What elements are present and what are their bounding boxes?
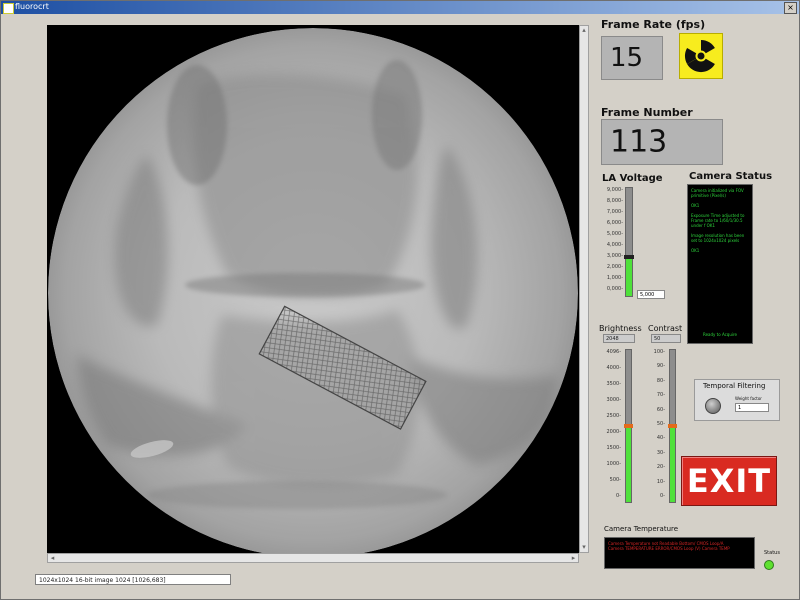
window-title: fluorocrt: [15, 2, 49, 11]
horizontal-scrollbar[interactable]: ◂ ▸: [47, 553, 579, 563]
image-info-statusbar: 1024x1024 16-bit image 1024 [1026,683]: [35, 574, 231, 585]
frame-number-value: 113: [610, 124, 668, 160]
app-icon: [3, 3, 14, 14]
brightness-tick: 2000-: [606, 429, 621, 435]
camera-status-footer: Ready to Acquire: [702, 332, 738, 337]
brightness-tick: 0-: [616, 493, 621, 499]
weight-factor-label: Weight factor: [735, 396, 762, 401]
la-voltage-slider[interactable]: [624, 187, 634, 297]
la-voltage-fill: [626, 257, 632, 296]
fluoroscopy-image: [47, 25, 579, 553]
brightness-tick: 1000-: [606, 461, 621, 467]
la-voltage-tick: 2,000-: [606, 264, 623, 270]
la-voltage-label: LA Voltage: [602, 173, 663, 184]
la-voltage-tick: 9,000-: [606, 187, 623, 193]
temporal-filtering-label: Temporal Filtering: [703, 382, 766, 390]
radiation-symbol-icon: [684, 39, 715, 73]
la-voltage-tick: 7,000-: [606, 209, 623, 215]
contrast-thumb[interactable]: [668, 424, 677, 428]
scroll-left-icon[interactable]: ◂: [48, 554, 57, 562]
brightness-label: Brightness: [599, 324, 642, 333]
contrast-tick: 70-: [656, 392, 665, 399]
contrast-tick: 10-: [656, 478, 665, 485]
contrast-tick: 80-: [656, 377, 665, 384]
contrast-tick: 0-: [660, 493, 665, 499]
temporal-filtering-panel: Temporal Filtering Weight factor 1: [694, 379, 780, 421]
la-voltage-thumb[interactable]: [624, 255, 634, 259]
frame-number-display: 113: [601, 119, 723, 165]
camera-status-line: Exposure Time adjusted to Frame rate to …: [691, 213, 745, 228]
la-voltage-tick: 6,000-: [606, 220, 623, 226]
close-window-button[interactable]: ×: [784, 2, 797, 14]
brightness-tick: 500-: [609, 477, 621, 483]
camera-temperature-line: Camera TEMPERATURE ERROR/CMOS Loop (V) C…: [608, 546, 730, 551]
brightness-slider[interactable]: [624, 349, 633, 503]
contrast-tick: 20-: [656, 464, 665, 471]
brightness-tick: 4000-: [606, 365, 621, 371]
exit-button[interactable]: EXIT: [681, 456, 777, 506]
brightness-fill: [626, 426, 631, 502]
la-voltage-tick: 5,000-: [606, 231, 623, 237]
brightness-tick: 3500-: [606, 381, 621, 387]
contrast-tick: 50-: [656, 421, 665, 427]
brightness-thumb[interactable]: [624, 424, 633, 428]
contrast-scale: 100- 90- 80- 70- 60- 50- 40- 30- 20- 10-…: [647, 349, 665, 499]
brightness-scale: 4096- 4000- 3500- 3000- 2500- 2000- 1500…: [599, 349, 621, 499]
la-voltage-tick: 8,000-: [606, 198, 623, 204]
scroll-down-icon[interactable]: ▾: [580, 543, 588, 552]
brightness-tick: 2500-: [606, 413, 621, 419]
la-voltage-value-field[interactable]: 5,000: [637, 290, 665, 299]
frame-rate-display: 15: [601, 36, 663, 80]
title-bar[interactable]: fluorocrt ×: [1, 1, 799, 14]
contrast-value-field[interactable]: 50: [651, 334, 681, 343]
status-led-icon: [764, 560, 774, 570]
la-voltage-scale: 9,000- 8,000- 7,000- 6,000- 5,000- 4,000…: [601, 187, 623, 297]
brightness-tick: 4096-: [606, 349, 621, 355]
camera-temperature-log: Camera Temperature not Readable Bottom/ …: [604, 537, 755, 569]
scroll-up-icon[interactable]: ▴: [580, 26, 588, 35]
contrast-tick: 30-: [656, 449, 665, 456]
fluoroscopy-image-viewer[interactable]: [47, 25, 579, 553]
contrast-tick: 100-: [653, 349, 665, 355]
contrast-fill: [670, 426, 675, 502]
contrast-tick: 40-: [656, 435, 665, 442]
contrast-tick: 60-: [656, 406, 665, 413]
radiation-icon: [679, 33, 723, 79]
la-voltage-tick: 3,000-: [606, 253, 623, 259]
status-label: Status: [764, 550, 780, 556]
la-voltage-tick: 0,000-: [606, 286, 623, 292]
frame-rate-label: Frame Rate (fps): [601, 18, 706, 31]
camera-status-line: Image resolution has been set to 1024x10…: [691, 233, 745, 243]
application-window: fluorocrt × ◂ ▸ ▴ ▾ 1024x1024 16-bit ima…: [0, 0, 800, 600]
brightness-tick: 3000-: [606, 397, 621, 403]
scroll-right-icon[interactable]: ▸: [569, 554, 578, 562]
temporal-filtering-toggle[interactable]: [705, 398, 721, 414]
contrast-tick: 90-: [656, 363, 665, 370]
la-voltage-tick: 1,000-: [606, 275, 623, 281]
camera-status-log: Camera initialized via FOV primitive (Pi…: [687, 184, 753, 344]
vertical-scrollbar[interactable]: ▴ ▾: [579, 25, 589, 553]
frame-number-label: Frame Number: [601, 106, 693, 119]
brightness-tick: 1500-: [606, 445, 621, 451]
brightness-value-field[interactable]: 2048: [603, 334, 635, 343]
camera-status-line: OK1: [691, 203, 700, 208]
camera-status-label: Camera Status: [689, 171, 773, 182]
contrast-label: Contrast: [648, 324, 683, 333]
camera-status-line: Camera initialized via FOV primitive (Pi…: [691, 188, 744, 198]
la-voltage-tick: 4,000-: [606, 242, 623, 248]
camera-temperature-label: Camera Temperature: [604, 525, 679, 533]
frame-rate-value: 15: [610, 43, 644, 73]
camera-status-line: OK1: [691, 248, 700, 253]
weight-factor-field[interactable]: 1: [735, 403, 769, 412]
contrast-slider[interactable]: [668, 349, 677, 503]
